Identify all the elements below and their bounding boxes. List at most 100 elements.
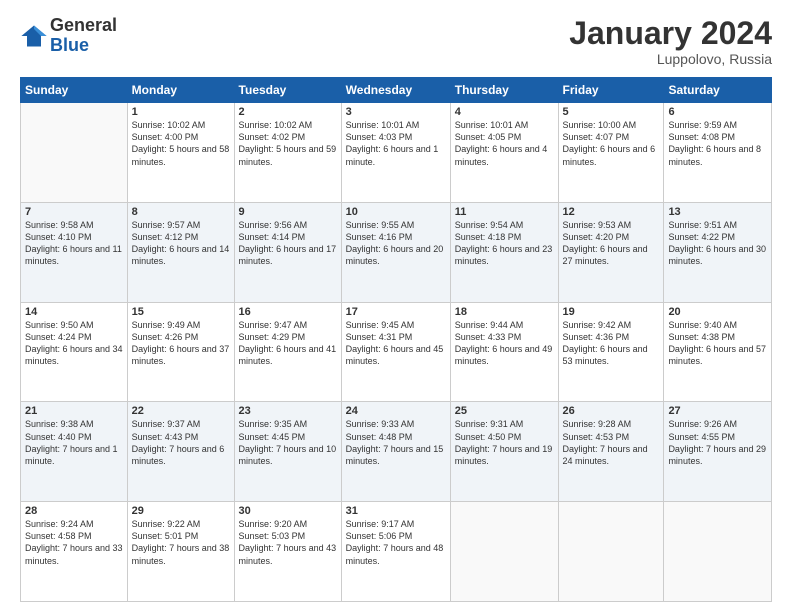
daylight: Daylight: 7 hours and 1 minute. [25, 444, 118, 466]
sunrise: Sunrise: 10:01 AM [455, 120, 529, 130]
table-row: 24 Sunrise: 9:33 AM Sunset: 4:48 PM Dayl… [341, 402, 450, 502]
table-row: 9 Sunrise: 9:56 AM Sunset: 4:14 PM Dayli… [234, 202, 341, 302]
header-tuesday: Tuesday [234, 78, 341, 103]
sunrise: Sunrise: 9:42 AM [563, 320, 632, 330]
daylight: Daylight: 6 hours and 14 minutes. [132, 244, 230, 266]
sunrise: Sunrise: 9:44 AM [455, 320, 524, 330]
day-number: 8 [132, 206, 230, 218]
table-row: 14 Sunrise: 9:50 AM Sunset: 4:24 PM Dayl… [21, 302, 128, 402]
day-info: Sunrise: 9:59 AM Sunset: 4:08 PM Dayligh… [668, 119, 767, 168]
daylight: Daylight: 7 hours and 33 minutes. [25, 543, 123, 565]
sunrise: Sunrise: 9:38 AM [25, 419, 94, 429]
sunrise: Sunrise: 10:00 AM [563, 120, 637, 130]
day-number: 3 [346, 106, 446, 118]
day-number: 23 [239, 405, 337, 417]
day-number: 12 [563, 206, 660, 218]
day-info: Sunrise: 9:49 AM Sunset: 4:26 PM Dayligh… [132, 319, 230, 368]
table-row: 13 Sunrise: 9:51 AM Sunset: 4:22 PM Dayl… [664, 202, 772, 302]
calendar-table: Sunday Monday Tuesday Wednesday Thursday… [20, 77, 772, 602]
sunrise: Sunrise: 10:01 AM [346, 120, 420, 130]
day-info: Sunrise: 9:28 AM Sunset: 4:53 PM Dayligh… [563, 418, 660, 467]
day-info: Sunrise: 9:45 AM Sunset: 4:31 PM Dayligh… [346, 319, 446, 368]
day-number: 11 [455, 206, 554, 218]
sunset: Sunset: 4:02 PM [239, 132, 306, 142]
month-title: January 2024 [569, 16, 772, 51]
calendar-week-row: 7 Sunrise: 9:58 AM Sunset: 4:10 PM Dayli… [21, 202, 772, 302]
table-row [450, 502, 558, 602]
day-info: Sunrise: 10:02 AM Sunset: 4:02 PM Daylig… [239, 119, 337, 168]
logo-text: General Blue [50, 16, 117, 56]
header-wednesday: Wednesday [341, 78, 450, 103]
day-number: 20 [668, 306, 767, 318]
day-number: 10 [346, 206, 446, 218]
title-block: January 2024 Luppolovo, Russia [569, 16, 772, 67]
daylight: Daylight: 7 hours and 10 minutes. [239, 444, 337, 466]
table-row: 6 Sunrise: 9:59 AM Sunset: 4:08 PM Dayli… [664, 103, 772, 203]
sunrise: Sunrise: 9:45 AM [346, 320, 415, 330]
table-row: 12 Sunrise: 9:53 AM Sunset: 4:20 PM Dayl… [558, 202, 664, 302]
day-info: Sunrise: 9:44 AM Sunset: 4:33 PM Dayligh… [455, 319, 554, 368]
sunset: Sunset: 4:10 PM [25, 232, 92, 242]
day-number: 14 [25, 306, 123, 318]
sunrise: Sunrise: 9:51 AM [668, 220, 737, 230]
daylight: Daylight: 6 hours and 1 minute. [346, 144, 439, 166]
sunrise: Sunrise: 9:35 AM [239, 419, 308, 429]
daylight: Daylight: 6 hours and 6 minutes. [563, 144, 656, 166]
day-info: Sunrise: 9:55 AM Sunset: 4:16 PM Dayligh… [346, 219, 446, 268]
daylight: Daylight: 7 hours and 19 minutes. [455, 444, 553, 466]
day-number: 7 [25, 206, 123, 218]
sunset: Sunset: 4:16 PM [346, 232, 413, 242]
day-number: 13 [668, 206, 767, 218]
day-info: Sunrise: 9:24 AM Sunset: 4:58 PM Dayligh… [25, 518, 123, 567]
daylight: Daylight: 6 hours and 45 minutes. [346, 344, 444, 366]
day-number: 2 [239, 106, 337, 118]
daylight: Daylight: 7 hours and 6 minutes. [132, 444, 225, 466]
day-info: Sunrise: 9:37 AM Sunset: 4:43 PM Dayligh… [132, 418, 230, 467]
day-info: Sunrise: 9:40 AM Sunset: 4:38 PM Dayligh… [668, 319, 767, 368]
table-row [664, 502, 772, 602]
sunrise: Sunrise: 9:20 AM [239, 519, 308, 529]
table-row: 31 Sunrise: 9:17 AM Sunset: 5:06 PM Dayl… [341, 502, 450, 602]
logo: General Blue [20, 16, 117, 56]
daylight: Daylight: 6 hours and 49 minutes. [455, 344, 553, 366]
sunset: Sunset: 4:14 PM [239, 232, 306, 242]
day-info: Sunrise: 9:20 AM Sunset: 5:03 PM Dayligh… [239, 518, 337, 567]
sunset: Sunset: 4:29 PM [239, 332, 306, 342]
logo-icon [20, 22, 48, 50]
weekday-header-row: Sunday Monday Tuesday Wednesday Thursday… [21, 78, 772, 103]
table-row: 5 Sunrise: 10:00 AM Sunset: 4:07 PM Dayl… [558, 103, 664, 203]
sunrise: Sunrise: 9:24 AM [25, 519, 94, 529]
table-row: 23 Sunrise: 9:35 AM Sunset: 4:45 PM Dayl… [234, 402, 341, 502]
daylight: Daylight: 5 hours and 58 minutes. [132, 144, 230, 166]
day-number: 15 [132, 306, 230, 318]
daylight: Daylight: 6 hours and 11 minutes. [25, 244, 122, 266]
daylight: Daylight: 6 hours and 34 minutes. [25, 344, 123, 366]
table-row: 22 Sunrise: 9:37 AM Sunset: 4:43 PM Dayl… [127, 402, 234, 502]
sunrise: Sunrise: 9:37 AM [132, 419, 201, 429]
table-row: 17 Sunrise: 9:45 AM Sunset: 4:31 PM Dayl… [341, 302, 450, 402]
header-thursday: Thursday [450, 78, 558, 103]
day-info: Sunrise: 10:01 AM Sunset: 4:05 PM Daylig… [455, 119, 554, 168]
sunrise: Sunrise: 9:31 AM [455, 419, 524, 429]
daylight: Daylight: 7 hours and 15 minutes. [346, 444, 444, 466]
day-number: 31 [346, 505, 446, 517]
table-row: 18 Sunrise: 9:44 AM Sunset: 4:33 PM Dayl… [450, 302, 558, 402]
daylight: Daylight: 7 hours and 24 minutes. [563, 444, 648, 466]
sunset: Sunset: 4:36 PM [563, 332, 630, 342]
sunset: Sunset: 5:06 PM [346, 531, 413, 541]
table-row: 8 Sunrise: 9:57 AM Sunset: 4:12 PM Dayli… [127, 202, 234, 302]
day-number: 18 [455, 306, 554, 318]
table-row: 30 Sunrise: 9:20 AM Sunset: 5:03 PM Dayl… [234, 502, 341, 602]
day-number: 16 [239, 306, 337, 318]
location: Luppolovo, Russia [569, 51, 772, 67]
table-row [558, 502, 664, 602]
sunrise: Sunrise: 9:53 AM [563, 220, 632, 230]
day-info: Sunrise: 9:51 AM Sunset: 4:22 PM Dayligh… [668, 219, 767, 268]
header-saturday: Saturday [664, 78, 772, 103]
daylight: Daylight: 6 hours and 27 minutes. [563, 244, 648, 266]
sunset: Sunset: 4:45 PM [239, 432, 306, 442]
sunrise: Sunrise: 9:33 AM [346, 419, 415, 429]
table-row: 7 Sunrise: 9:58 AM Sunset: 4:10 PM Dayli… [21, 202, 128, 302]
day-info: Sunrise: 9:54 AM Sunset: 4:18 PM Dayligh… [455, 219, 554, 268]
sunset: Sunset: 4:48 PM [346, 432, 413, 442]
